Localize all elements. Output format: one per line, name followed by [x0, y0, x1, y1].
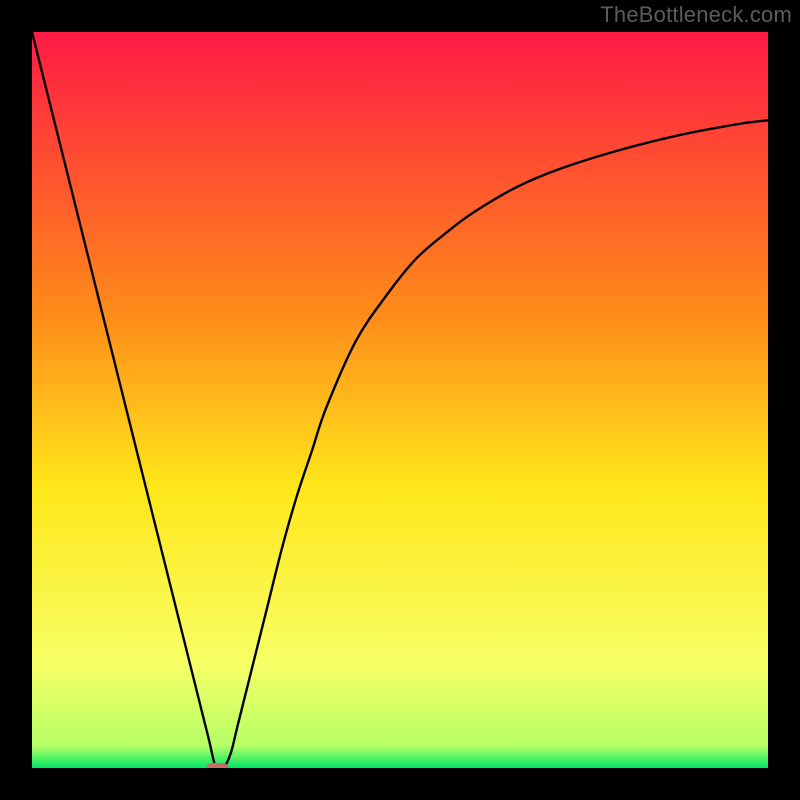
plot-area	[32, 32, 768, 768]
chart-svg	[32, 32, 768, 768]
watermark-text: TheBottleneck.com	[600, 2, 792, 28]
chart-frame: TheBottleneck.com	[0, 0, 800, 800]
gradient-background	[32, 32, 768, 768]
minimum-marker	[206, 763, 228, 768]
